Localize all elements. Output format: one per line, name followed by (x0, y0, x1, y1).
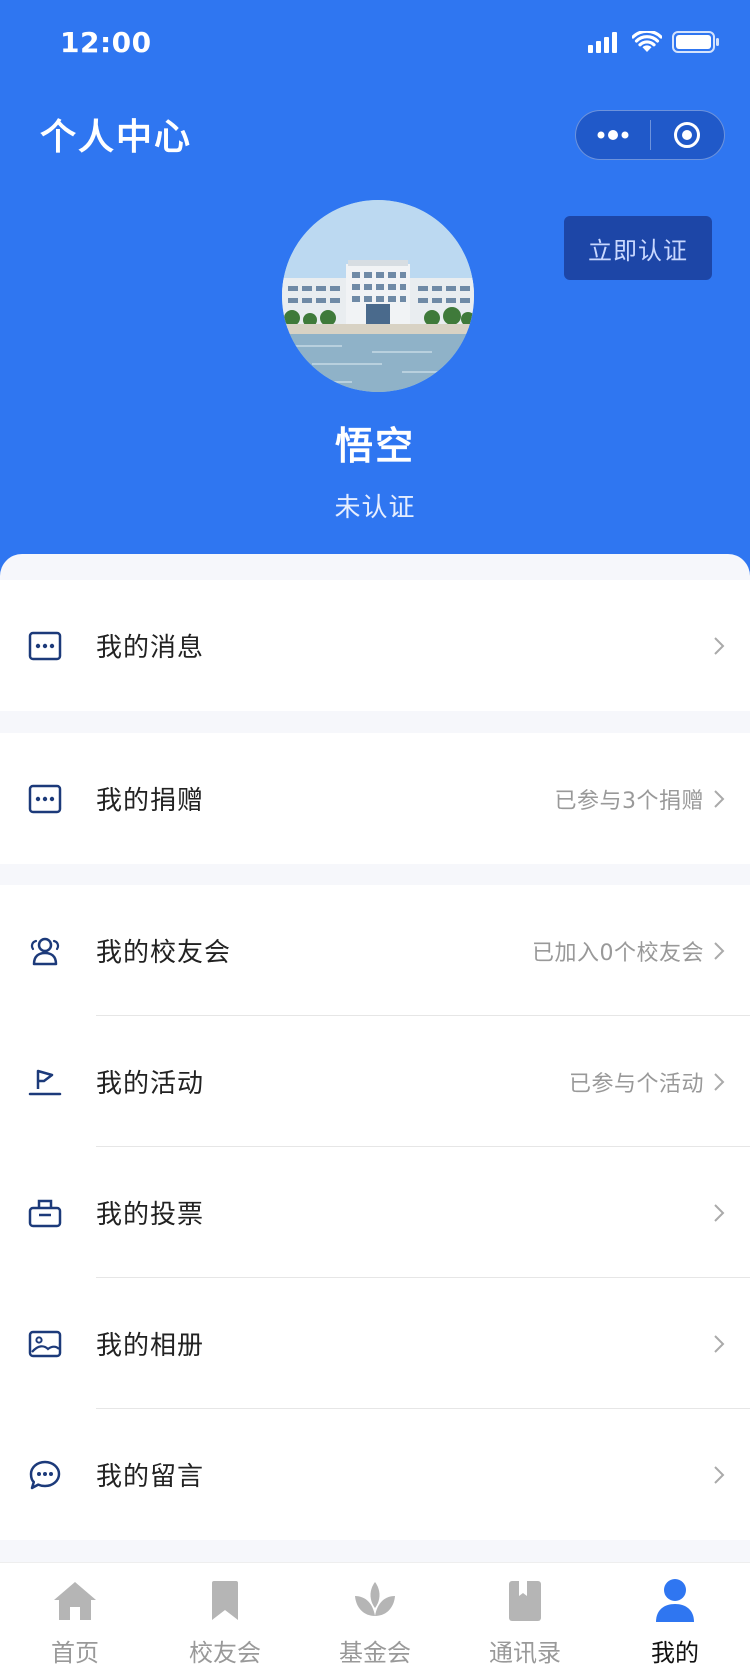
menu-item-activities[interactable]: 我的活动 已参与个活动 (0, 1016, 750, 1147)
tab-alumni[interactable]: 校友会 (150, 1563, 300, 1677)
menu-item-votes[interactable]: 我的投票 (0, 1147, 750, 1278)
contacts-book-icon (501, 1577, 549, 1625)
home-icon (51, 1577, 99, 1625)
target-icon (674, 122, 701, 148)
page-title: 个人中心 (40, 117, 193, 158)
lotus-icon (351, 1577, 399, 1625)
menu-item-label: 我的留言 (96, 1462, 205, 1492)
picture-icon (28, 1327, 62, 1361)
chevron-right-icon (714, 941, 725, 960)
status-icons (588, 29, 720, 58)
menu-item-extra: 已参与个活动 (568, 1071, 704, 1097)
campus-building-image (282, 200, 474, 392)
more-options-button[interactable] (576, 111, 650, 159)
menu-item-label: 我的校友会 (96, 938, 232, 968)
menu-item-albums[interactable]: 我的相册 (0, 1278, 750, 1409)
tab-foundation[interactable]: 基金会 (300, 1563, 450, 1677)
menu-item-extra: 已加入0个校友会 (532, 940, 704, 966)
card-list: 我的校友会 已加入0个校友会 我的活动 已参与个活动 我的投票 我的相册 我的留… (0, 885, 750, 1540)
user-name: 悟空 (334, 424, 415, 468)
wifi-icon (631, 29, 663, 57)
tab-label: 通讯录 (489, 1639, 561, 1667)
menu-item-label: 我的活动 (96, 1069, 205, 1099)
tab-home[interactable]: 首页 (0, 1563, 150, 1677)
certification-status: 未认证 (334, 493, 416, 523)
message-icon (28, 629, 62, 663)
header: 12:00 个人中心 立即认证 悟空 未认证 (0, 0, 750, 580)
chevron-right-icon (714, 1203, 725, 1222)
menu-item-donations[interactable]: 我的捐赠 已参与3个捐赠 (0, 733, 750, 864)
battery-icon (672, 30, 720, 58)
tab-mine[interactable]: 我的 (600, 1563, 750, 1677)
signal-icon (588, 31, 622, 57)
tab-contacts[interactable]: 通讯录 (450, 1563, 600, 1677)
flag-icon (28, 1065, 62, 1099)
chevron-right-icon (714, 1334, 725, 1353)
tab-bar: 首页 校友会 基金会 通讯录 我的 (0, 1562, 750, 1677)
tab-label: 我的 (651, 1639, 699, 1667)
message-icon (28, 782, 62, 816)
card-donations: 我的捐赠 已参与3个捐赠 (0, 733, 750, 864)
person-icon (651, 1577, 699, 1625)
chevron-right-icon (714, 636, 725, 655)
menu-item-label: 我的相册 (96, 1331, 205, 1361)
ballot-box-icon (28, 1196, 62, 1230)
tab-label: 首页 (51, 1639, 99, 1667)
certify-button[interactable]: 立即认证 (564, 216, 712, 280)
chevron-right-icon (714, 1465, 725, 1484)
more-dots-icon (597, 130, 629, 140)
menu-item-messages[interactable]: 我的消息 (0, 580, 750, 711)
mini-program-capsule (575, 110, 725, 160)
chevron-right-icon (714, 1072, 725, 1091)
status-bar: 12:00 (0, 0, 750, 90)
card-messages: 我的消息 (0, 580, 750, 711)
menu-item-label: 我的捐赠 (96, 786, 205, 816)
people-icon (28, 934, 62, 968)
menu-item-label: 我的消息 (96, 633, 205, 663)
menu-item-extra: 已参与3个捐赠 (554, 788, 704, 814)
tab-label: 校友会 (189, 1639, 261, 1667)
menu-item-label: 我的投票 (96, 1200, 205, 1230)
chat-bubble-icon (28, 1458, 62, 1492)
close-program-button[interactable] (651, 111, 725, 159)
menu-content: 我的消息 我的捐赠 已参与3个捐赠 我的校友会 已加入0个校友会 我的活动 已参… (0, 554, 750, 1554)
avatar[interactable] (282, 200, 474, 392)
status-time: 12:00 (60, 26, 152, 59)
bookmark-icon (201, 1577, 249, 1625)
menu-item-comments[interactable]: 我的留言 (0, 1409, 750, 1540)
tab-label: 基金会 (339, 1639, 411, 1667)
menu-item-alumni[interactable]: 我的校友会 已加入0个校友会 (0, 885, 750, 1016)
chevron-right-icon (714, 789, 725, 808)
